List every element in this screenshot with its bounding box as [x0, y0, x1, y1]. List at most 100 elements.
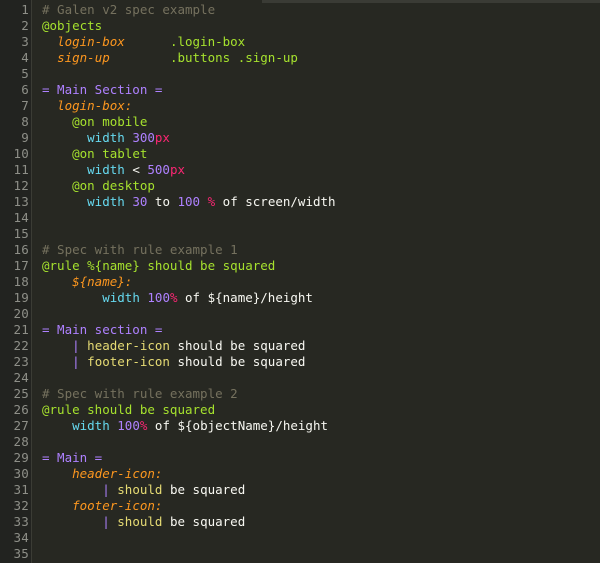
- code-token: @on mobile: [72, 114, 148, 129]
- code-line-text[interactable]: @on mobile: [42, 114, 147, 130]
- code-token: to: [147, 194, 178, 209]
- code-token: %: [207, 194, 216, 209]
- code-line[interactable]: 19 width 100% of ${name}/height: [0, 290, 600, 306]
- code-line-text[interactable]: sign-up .buttons .sign-up: [42, 50, 298, 66]
- line-number: 20: [0, 306, 29, 322]
- code-line[interactable]: 26 @rule should be squared: [0, 402, 600, 418]
- code-line[interactable]: 24: [0, 370, 600, 386]
- code-line[interactable]: 30 header-icon:: [0, 466, 600, 482]
- code-line-text[interactable]: | should be squared: [42, 482, 245, 498]
- code-token: .buttons .sign-up: [169, 50, 298, 65]
- code-line[interactable]: 18 ${name}:: [0, 274, 600, 290]
- code-line-text[interactable]: @on desktop: [42, 178, 155, 194]
- code-token: = Main =: [42, 450, 103, 465]
- code-line-text[interactable]: # Spec with rule example 1: [42, 242, 238, 258]
- code-line-text[interactable]: header-icon:: [42, 466, 162, 482]
- code-line[interactable]: 11 width < 500px: [0, 162, 600, 178]
- code-line-text[interactable]: # Galen v2 spec example: [42, 2, 215, 18]
- code-token: header-icon: [87, 338, 170, 353]
- code-line[interactable]: 16 # Spec with rule example 1: [0, 242, 600, 258]
- code-token: width: [87, 130, 125, 145]
- code-token: footer-icon:: [72, 498, 163, 513]
- code-line-text[interactable]: @rule %{name} should be squared: [42, 258, 275, 274]
- code-line-text[interactable]: # Spec with rule example 2: [42, 386, 238, 402]
- code-line[interactable]: 25 # Spec with rule example 2: [0, 386, 600, 402]
- code-token: be squared: [162, 482, 246, 497]
- code-line-text[interactable]: = Main section =: [42, 322, 162, 338]
- code-line-text[interactable]: | footer-icon should be squared: [42, 354, 305, 370]
- code-line[interactable]: 2 @objects: [0, 18, 600, 34]
- line-number: 11: [0, 162, 29, 178]
- code-line[interactable]: 12 @on desktop: [0, 178, 600, 194]
- code-line[interactable]: 6 = Main Section =: [0, 82, 600, 98]
- code-line[interactable]: 31 | should be squared: [0, 482, 600, 498]
- code-token: footer-icon: [87, 354, 170, 369]
- code-line-text[interactable]: @objects: [42, 18, 102, 34]
- code-token: 100: [177, 194, 201, 209]
- code-line[interactable]: 9 width 300px: [0, 130, 600, 146]
- code-line[interactable]: 22 | header-icon should be squared: [0, 338, 600, 354]
- line-number: 12: [0, 178, 29, 194]
- code-line-text[interactable]: = Main =: [42, 450, 102, 466]
- code-line-text[interactable]: login-box .login-box: [42, 34, 245, 50]
- code-token: 30: [132, 194, 148, 209]
- code-line-text[interactable]: @on tablet: [42, 146, 147, 162]
- line-number: 2: [0, 18, 29, 34]
- code-token: .login-box: [169, 34, 246, 49]
- code-token: should be squared: [169, 354, 306, 369]
- code-line[interactable]: 29 = Main =: [0, 450, 600, 466]
- code-line[interactable]: 1 # Galen v2 spec example: [0, 2, 600, 18]
- code-line-text[interactable]: login-box:: [42, 98, 132, 114]
- code-token: = Main section =: [42, 322, 163, 337]
- code-token: |: [102, 482, 110, 497]
- code-line-text[interactable]: width 100% of ${objectName}/height: [42, 418, 328, 434]
- code-line-text[interactable]: width 100% of ${name}/height: [42, 290, 313, 306]
- code-token: 100: [147, 290, 170, 305]
- code-line-text[interactable]: @rule should be squared: [42, 402, 215, 418]
- code-line-text[interactable]: width 30 to 100 % of screen/width: [42, 194, 335, 210]
- code-line-text[interactable]: | should be squared: [42, 514, 245, 530]
- code-line[interactable]: 28: [0, 434, 600, 450]
- code-line[interactable]: 27 width 100% of ${objectName}/height: [0, 418, 600, 434]
- code-line-text[interactable]: ${name}:: [42, 274, 132, 290]
- line-number: 29: [0, 450, 29, 466]
- code-line[interactable]: 14: [0, 210, 600, 226]
- code-line[interactable]: 34: [0, 530, 600, 546]
- code-line[interactable]: 15: [0, 226, 600, 242]
- code-line[interactable]: 23 | footer-icon should be squared: [0, 354, 600, 370]
- code-line-text[interactable]: width 300px: [42, 130, 170, 146]
- line-number: 32: [0, 498, 29, 514]
- line-number: 13: [0, 194, 29, 210]
- code-line[interactable]: 10 @on tablet: [0, 146, 600, 162]
- code-line-text[interactable]: footer-icon:: [42, 498, 162, 514]
- code-line[interactable]: 20: [0, 306, 600, 322]
- code-line[interactable]: 3 login-box .login-box: [0, 34, 600, 50]
- code-line[interactable]: 33 | should be squared: [0, 514, 600, 530]
- line-number: 8: [0, 114, 29, 130]
- line-number: 4: [0, 50, 29, 66]
- code-line[interactable]: 5: [0, 66, 600, 82]
- code-line[interactable]: 21 = Main section =: [0, 322, 600, 338]
- code-content[interactable]: 1 # Galen v2 spec example 2 @objects 3 login…: [0, 0, 600, 563]
- code-editor[interactable]: 1 # Galen v2 spec example 2 @objects 3 login…: [0, 0, 600, 563]
- code-token: be squared: [162, 514, 246, 529]
- code-line[interactable]: 13 width 30 to 100 % of screen/width: [0, 194, 600, 210]
- line-number: 34: [0, 530, 29, 546]
- code-line-text[interactable]: = Main Section =: [42, 82, 162, 98]
- code-line[interactable]: 7 login-box:: [0, 98, 600, 114]
- line-number: 23: [0, 354, 29, 370]
- line-number: 30: [0, 466, 29, 482]
- code-line[interactable]: 4 sign-up .buttons .sign-up: [0, 50, 600, 66]
- code-line[interactable]: 35: [0, 546, 600, 562]
- code-line[interactable]: 8 @on mobile: [0, 114, 600, 130]
- code-line[interactable]: 17 @rule %{name} should be squared: [0, 258, 600, 274]
- code-line-text[interactable]: width < 500px: [42, 162, 185, 178]
- code-token: @on desktop: [72, 178, 155, 193]
- code-line[interactable]: 32 footer-icon:: [0, 498, 600, 514]
- code-line-text[interactable]: | header-icon should be squared: [42, 338, 305, 354]
